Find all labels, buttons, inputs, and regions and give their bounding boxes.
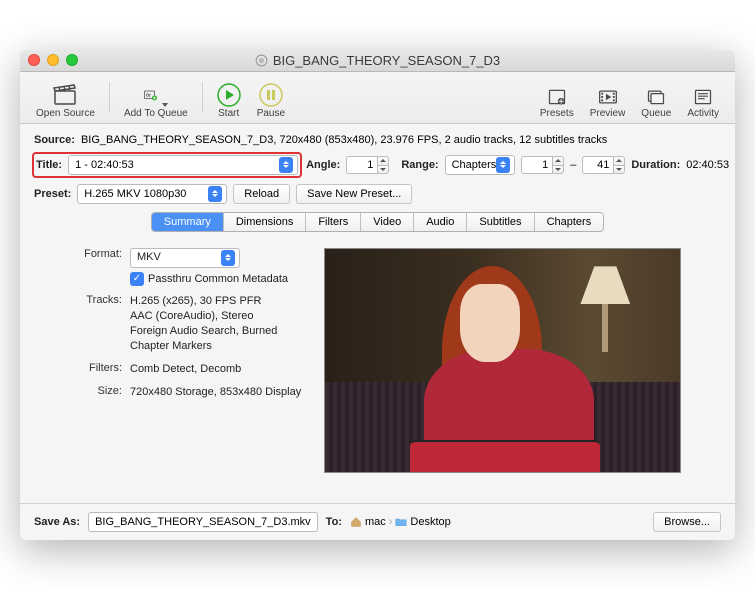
pause-icon [259,83,283,107]
updown-icon [279,157,293,173]
range-mode-select[interactable]: Chapters [445,155,516,175]
format-label: Format: [74,248,122,268]
duration-value: 02:40:53 [686,159,729,171]
tab-dimensions[interactable]: Dimensions [224,213,306,231]
size-value: 720x480 Storage, 853x480 Display [130,385,304,400]
activity-button[interactable]: Activity [679,73,727,121]
filters-label: Filters: [74,362,122,377]
title-label: Title: [36,159,62,171]
range-sep: – [570,159,576,171]
reload-button[interactable]: Reload [233,184,290,204]
updown-icon [221,250,235,266]
tracks-value: H.265 (x265), 30 FPS PFR AAC (CoreAudio)… [130,294,304,353]
title-select[interactable]: 1 - 02:40:53 [68,155,298,175]
passthru-checkbox[interactable]: ✓ [130,272,144,286]
footer: Save As: BIG_BANG_THEORY_SEASON_7_D3.mkv… [20,503,735,540]
angle-stepper[interactable] [377,156,389,174]
updown-icon [496,157,510,173]
clapper-icon [53,83,77,107]
tab-video[interactable]: Video [361,213,414,231]
preset-select[interactable]: H.265 MKV 1080p30 [77,184,227,204]
range-to-field[interactable]: 41 [582,156,614,174]
preview-button[interactable]: Preview [582,73,634,121]
range-label: Range: [401,159,438,171]
summary-panel: Format: MKV ✓ Passthru Common Metadata T… [34,244,721,493]
save-as-label: Save As: [34,516,80,528]
format-select[interactable]: MKV [130,248,240,268]
queue-icon [646,87,666,107]
source-row: Source: BIG_BANG_THEORY_SEASON_7_D3, 720… [34,134,721,146]
range-from-stepper[interactable] [552,156,564,174]
title-row: Title: 1 - 02:40:53 Angle: 1 Range: Chap… [34,154,721,176]
queue-button[interactable]: Queue [633,73,679,121]
tab-filters[interactable]: Filters [306,213,361,231]
angle-field[interactable]: 1 [346,156,378,174]
disc-icon [255,54,268,67]
zoom-button[interactable] [66,54,78,66]
close-button[interactable] [28,54,40,66]
chevron-down-icon[interactable] [162,103,168,107]
queue-plus-icon [144,83,158,107]
minimize-button[interactable] [47,54,59,66]
start-button[interactable]: Start [209,73,249,121]
tab-chapters[interactable]: Chapters [535,213,604,231]
range-to-stepper[interactable] [613,156,625,174]
play-icon [217,83,241,107]
save-as-field[interactable]: BIG_BANG_THEORY_SEASON_7_D3.mkv [88,512,318,532]
tab-audio[interactable]: Audio [414,213,467,231]
to-label: To: [326,516,342,528]
destination-path[interactable]: mac › Desktop [350,516,451,528]
browse-button[interactable]: Browse... [653,512,721,532]
preset-row: Preset: H.265 MKV 1080p30 Reload Save Ne… [34,184,721,204]
preview-icon [598,87,618,107]
folder-icon [395,516,407,528]
activity-icon [693,87,713,107]
summary-meta: Format: MKV ✓ Passthru Common Metadata T… [74,248,304,473]
home-icon [350,516,362,528]
preset-label: Preset: [34,188,71,200]
presets-icon [547,87,567,107]
size-label: Size: [74,385,122,400]
range-from-field[interactable]: 1 [521,156,553,174]
duration-label: Duration: [631,159,680,171]
updown-icon [208,186,222,202]
video-preview [324,248,681,473]
save-new-preset-button[interactable]: Save New Preset... [296,184,412,204]
open-source-button[interactable]: Open Source [28,73,103,121]
toolbar: Open Source Add To Queue Start Pause Pre… [20,72,735,124]
source-value: BIG_BANG_THEORY_SEASON_7_D3, 720x480 (85… [81,134,607,146]
window-title: BIG_BANG_THEORY_SEASON_7_D3 [20,53,735,68]
source-label: Source: [34,134,75,146]
tabs: SummaryDimensionsFiltersVideoAudioSubtit… [34,212,721,232]
tracks-label: Tracks: [74,294,122,353]
presets-button[interactable]: Presets [532,73,582,121]
tab-subtitles[interactable]: Subtitles [467,213,534,231]
passthru-label: Passthru Common Metadata [148,272,288,287]
add-to-queue-button[interactable]: Add To Queue [116,73,196,121]
traffic-lights [28,54,78,66]
filters-value: Comb Detect, Decomb [130,362,304,377]
titlebar: BIG_BANG_THEORY_SEASON_7_D3 [20,50,735,72]
pause-button[interactable]: Pause [249,73,293,121]
content-area: Source: BIG_BANG_THEORY_SEASON_7_D3, 720… [20,124,735,503]
tab-summary[interactable]: Summary [152,213,224,231]
app-window: BIG_BANG_THEORY_SEASON_7_D3 Open Source … [20,50,735,540]
angle-label: Angle: [306,159,340,171]
